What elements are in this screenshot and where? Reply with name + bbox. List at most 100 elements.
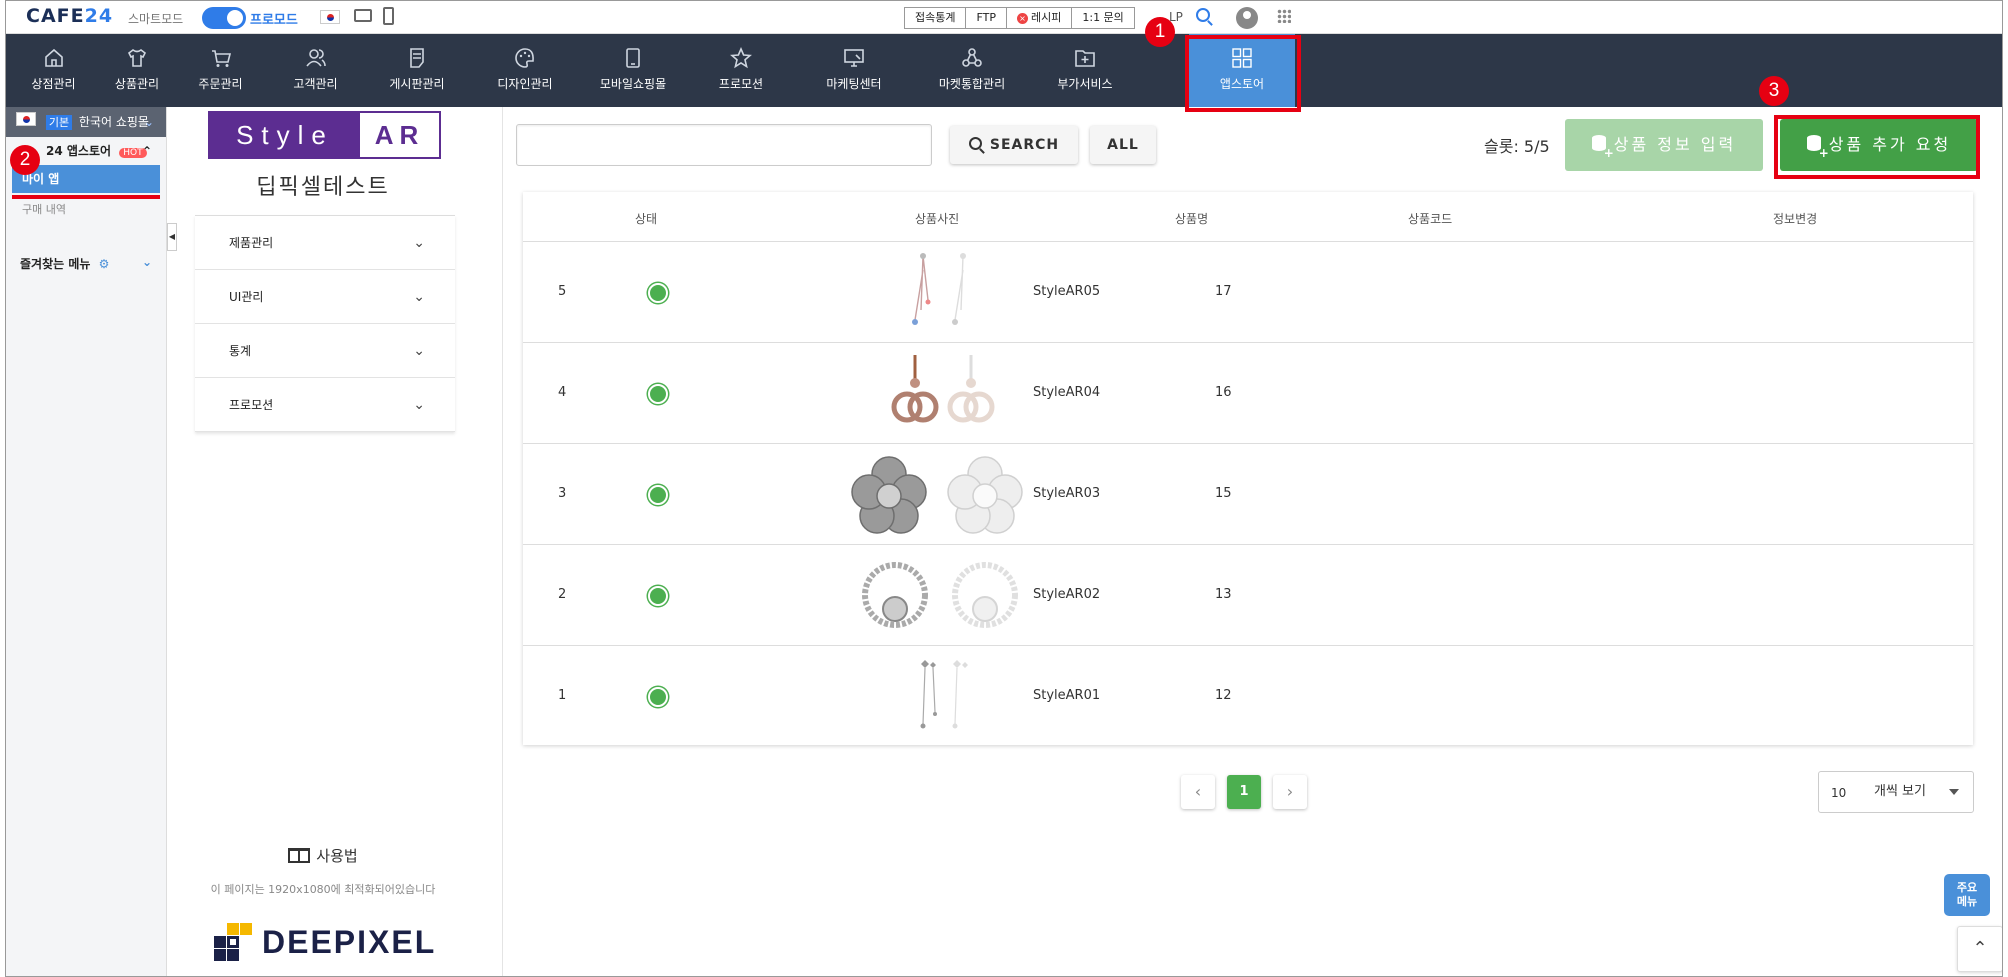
dropdown-arrow-icon — [1949, 789, 1959, 795]
board-icon — [410, 48, 424, 68]
main-content: SEARCH ALL 슬롯: 5/5 상품 정보 입력 상품 추가 요청 상태 … — [504, 107, 2002, 976]
logo-earring-thumbnail[interactable] — [885, 351, 1001, 437]
app-window: CAFE24 스마트모드 프로모드 접속통계 FTP × 레시피 1:1 문의 L… — [5, 0, 2003, 977]
star-drop-earring-thumbnail[interactable] — [903, 654, 983, 740]
status-active-icon — [648, 384, 668, 404]
flower-earring-thumbnail[interactable] — [849, 452, 1029, 538]
next-page-button[interactable]: › — [1273, 775, 1307, 809]
table-row[interactable]: 5 StyleAR05 17 — [523, 242, 1973, 343]
menu-item-statistics[interactable]: 통계 ⌄ — [195, 324, 455, 378]
chevron-down-icon: ⌄ — [413, 343, 425, 359]
annotation-badge-2: 2 — [10, 145, 40, 175]
nav-board[interactable]: 게시판관리 — [363, 34, 471, 107]
quick-menu-button[interactable]: 주요 메뉴 — [1944, 874, 1990, 916]
status-active-icon — [648, 485, 668, 505]
manual-link[interactable]: 사용법 — [178, 845, 468, 866]
pagination: ‹ 1 › — [1181, 775, 1307, 809]
user-avatar-icon[interactable] — [1236, 7, 1258, 29]
nav-marketing[interactable]: 마케팅센터 — [795, 34, 913, 107]
nav-products[interactable]: 상품관리 — [101, 34, 173, 107]
users-icon — [305, 49, 326, 67]
annotation-badge-3: 3 — [1759, 76, 1789, 106]
annotation-badge-1: 1 — [1145, 17, 1175, 47]
nav-orders[interactable]: 주문관리 — [173, 34, 268, 107]
dangle-earring-thumbnail[interactable] — [903, 250, 983, 336]
search-input[interactable] — [516, 124, 932, 166]
menu-item-product-management[interactable]: 제품관리 ⌄ — [195, 216, 455, 270]
mode-toggle[interactable] — [202, 7, 246, 29]
chevron-down-icon: ⌄ — [413, 397, 425, 413]
recipe-button[interactable]: × 레시피 — [1005, 7, 1073, 29]
status-active-icon — [648, 687, 668, 707]
mall-tag: 기본 — [45, 115, 73, 130]
favorites-label: 즐겨찾는 메뉴 — [20, 257, 91, 271]
account-name: 딥픽셀테스트 — [256, 175, 390, 200]
table-row[interactable]: 3 StyleAR03 15 — [523, 444, 1973, 545]
deepixel-logo: DEEPIXEL — [214, 923, 436, 961]
palette-icon — [515, 48, 534, 68]
pro-mode-label: 프로모드 — [250, 13, 298, 28]
nav-mobile[interactable]: 모바일쇼핑몰 — [579, 34, 687, 107]
table-row[interactable]: 2 StyleAR02 13 — [523, 545, 1973, 646]
table-row[interactable]: 4 StyleAR04 16 — [523, 343, 1973, 444]
app-sidebar: Style AR 딥픽셀테스트 제품관리 ⌄ UI관리 ⌄ 통계 ⌄ 프로모션 ⌄ 사용… — [178, 107, 503, 976]
style-ar-logo: Style AR — [208, 111, 441, 159]
per-page-value: 10 — [1831, 786, 1847, 800]
status-active-icon — [648, 283, 668, 303]
korea-flag-icon[interactable] — [320, 10, 340, 24]
search-button[interactable]: SEARCH — [950, 126, 1078, 164]
app-menu: 제품관리 ⌄ UI관리 ⌄ 통계 ⌄ 프로모션 ⌄ — [195, 215, 455, 432]
sidebar-item-purchase-history[interactable]: 구매 내역 — [6, 201, 166, 217]
nav-store[interactable]: 상점관리 — [6, 34, 101, 107]
left-sidebar: 기본 한국어 쇼핑몰 ⌄ 24 앱스토어 HOT ⌃ 마이 앱 구매 내역 즐겨… — [6, 107, 167, 976]
home-icon — [44, 48, 63, 67]
slot-count: 슬롯: 5/5 — [1484, 137, 1550, 156]
stats-button[interactable]: 접속통계 — [904, 7, 967, 29]
ring-earring-thumbnail[interactable] — [855, 553, 1025, 639]
sidebar-collapse-handle[interactable]: ◀ — [167, 223, 177, 251]
highlight-box-appstore — [1185, 35, 1301, 112]
top-button-group: 접속통계 FTP × 레시피 1:1 문의 — [904, 7, 1135, 29]
mobile-icon[interactable] — [383, 7, 394, 25]
search-icon — [968, 137, 982, 150]
table-header: 상태 상품사진 상품명 상품코드 정보변경 — [523, 192, 1973, 242]
nav-design[interactable]: 디자인관리 — [471, 34, 579, 107]
product-table: 상태 상품사진 상품명 상품코드 정보변경 5 StyleAR05 17 4 S… — [523, 192, 1973, 745]
search-icon[interactable] — [1196, 8, 1210, 22]
book-icon — [288, 848, 311, 863]
nav-customers[interactable]: 고객관리 — [268, 34, 363, 107]
favorites-menu[interactable]: 즐겨찾는 메뉴 ⚙ ⌄ — [6, 255, 166, 272]
nav-addon-services[interactable]: 부가서비스 — [1031, 34, 1139, 107]
mall-selector[interactable]: 기본 한국어 쇼핑몰 ⌄ — [6, 107, 166, 137]
star-icon — [730, 47, 752, 69]
per-page-select[interactable]: 10 개씩 보기 — [1818, 771, 1974, 813]
korea-flag-icon — [16, 112, 36, 126]
page-1-button[interactable]: 1 — [1227, 775, 1261, 809]
pc-icon[interactable] — [354, 9, 372, 22]
gear-icon[interactable]: ⚙ — [99, 257, 110, 271]
nav-market-integration[interactable]: 마켓통합관리 — [913, 34, 1031, 107]
main-nav: 상점관리 상품관리 주문관리 고객관리 게시판관리 디자인관리 모바일쇼핑몰 프… — [6, 34, 2002, 107]
top-bar: CAFE24 스마트모드 프로모드 접속통계 FTP × 레시피 1:1 문의 L… — [6, 1, 2002, 34]
menu-item-ui-management[interactable]: UI관리 ⌄ — [195, 270, 455, 324]
shirt-icon — [127, 49, 147, 67]
folder-plus-icon — [1075, 50, 1095, 67]
header-name: 상품명 — [1175, 212, 1209, 226]
highlight-box-add-request — [1774, 115, 1980, 179]
inquiry-button[interactable]: 1:1 문의 — [1071, 7, 1135, 29]
menu-item-promotion[interactable]: 프로모션 ⌄ — [195, 378, 455, 432]
product-info-button[interactable]: 상품 정보 입력 — [1565, 119, 1763, 171]
scroll-top-button[interactable]: ⌃ — [1957, 926, 2002, 972]
table-row[interactable]: 1 StyleAR01 12 — [523, 646, 1973, 747]
prev-page-button[interactable]: ‹ — [1181, 775, 1215, 809]
database-add-icon — [1591, 135, 1614, 159]
network-icon — [962, 48, 982, 67]
chevron-down-icon: ⌄ — [143, 115, 154, 129]
nav-promotion[interactable]: 프로모션 — [687, 34, 795, 107]
cafe24-logo[interactable]: CAFE24 — [26, 5, 113, 27]
apps-grid-icon[interactable] — [1277, 9, 1291, 23]
cart-icon — [211, 50, 231, 67]
header-status: 상태 — [635, 212, 658, 226]
all-button[interactable]: ALL — [1090, 126, 1156, 164]
ftp-button[interactable]: FTP — [965, 7, 1007, 29]
